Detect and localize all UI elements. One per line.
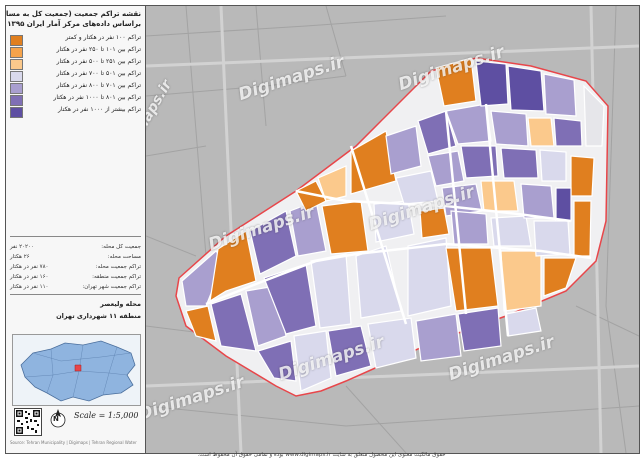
block: [573, 200, 592, 257]
block: [500, 147, 539, 179]
legend-label: تراکم بین ۷۰۱ تا ۸۰۰ نفر در هکتار: [56, 82, 141, 89]
block: [555, 187, 572, 222]
neighborhood-name: محله ولیعصر: [100, 300, 141, 308]
legend-label: تراکم بین ۲۵۱ تا ۵۰۰ نفر در هکتار: [56, 58, 141, 65]
stat-row: تراکم جمعیت شهر تهران: ۱۱۰ نفر در هکتار: [10, 284, 141, 293]
legend-label: تراکم بین ۵۰۱ تا ۷۰۰ نفر در هکتار: [56, 70, 141, 77]
block: [520, 183, 555, 219]
block: [441, 183, 483, 217]
legend-item: تراکم بیشتر از ۱۰۰۰ نفر در هکتار: [10, 106, 141, 118]
copyright-footer: حقوق مالکیت معنوی این محصول متعلق به سای…: [197, 452, 446, 458]
block: [570, 155, 595, 197]
legend-swatch: [10, 83, 23, 94]
stat-row: تراکم جمعیت منطقه: ۱۶۰ نفر در هکتار: [10, 274, 141, 283]
stat-row: مساحت محله: ۲۶ هکتار: [10, 254, 141, 263]
stat-key: تراکم جمعیت شهر تهران:: [82, 284, 141, 290]
scale-text: Scale = 1:5,000: [74, 411, 139, 420]
qr-code: [14, 408, 42, 436]
block: [367, 317, 417, 369]
legend-swatch: [10, 35, 23, 46]
block: [475, 60, 509, 107]
stat-key: تراکم جمعیت محله:: [95, 264, 141, 270]
block: [480, 180, 519, 212]
legend-swatch: [10, 95, 23, 106]
block: [500, 250, 542, 312]
legend-label: تراکم بیشتر از ۱۰۰۰ نفر در هکتار: [58, 106, 141, 113]
legend-label: تراکم بین ۱۰۱ تا ۲۵۰ نفر در هکتار: [56, 46, 141, 53]
stat-key: مساحت محله:: [107, 254, 141, 260]
block: [435, 57, 477, 107]
legend-panel: نقشه تراکم جمعیت (جمعیت کل به مساحت) برا…: [6, 6, 146, 453]
block: [507, 65, 545, 112]
locator-map: [12, 334, 141, 406]
divider: [10, 294, 141, 295]
block: [407, 237, 452, 317]
legend-label: تراکم بین ۸۰۱ تا ۱۰۰۰ نفر در هکتار: [53, 94, 141, 101]
stat-key: تراکم جمعیت منطقه:: [92, 274, 141, 280]
stat-key: جمعیت کل محله:: [101, 244, 141, 250]
legend-swatch: [10, 107, 23, 118]
block: [539, 149, 567, 182]
legend-item: تراکم بین ۷۰۱ تا ۸۰۰ نفر در هکتار: [10, 82, 141, 94]
stat-value: ۲۶ هکتار: [10, 254, 30, 260]
stat-row: تراکم جمعیت محله: ۷۸۰ نفر در هکتار: [10, 264, 141, 273]
legend-item: تراکم بین ۵۰۱ تا ۷۰۰ نفر در هکتار: [10, 70, 141, 82]
stat-value: ۷۸۰ نفر در هکتار: [10, 264, 49, 270]
legend-item: تراکم ۱۰۰ نفر در هکتار و کمتر: [10, 34, 141, 46]
block: [419, 207, 450, 239]
block: [527, 117, 555, 147]
block: [321, 200, 369, 255]
map-canvas[interactable]: Digimaps.ir Digimaps.ir Digimaps.ir Digi…: [146, 6, 639, 453]
stat-value: ۱۱۰ نفر در هکتار: [10, 284, 49, 290]
legend-item: تراکم بین ۸۰۱ تا ۱۰۰۰ نفر در هکتار: [10, 94, 141, 106]
map-title: نقشه تراکم جمعیت (جمعیت کل به مساحت): [5, 10, 141, 18]
legend-label: تراکم ۱۰۰ نفر در هکتار و کمتر: [65, 34, 141, 41]
stat-row: جمعیت کل محله: ۲۰۲۰۰ نفر: [10, 244, 141, 253]
legend-item: تراکم بین ۱۰۱ تا ۲۵۰ نفر در هکتار: [10, 46, 141, 58]
legend-item: تراکم بین ۲۵۱ تا ۵۰۰ نفر در هکتار: [10, 58, 141, 70]
map-subtitle: براساس داده‌های مرکز آمار ایران ۱۳۹۵: [7, 20, 141, 28]
map-sheet: نقشه تراکم جمعیت (جمعیت کل به مساحت) برا…: [5, 5, 640, 454]
legend-swatch: [10, 71, 23, 82]
legend-swatch: [10, 47, 23, 58]
north-label: N: [53, 415, 59, 423]
block: [553, 117, 583, 147]
block: [490, 110, 529, 147]
district-name: منطقه ۱۱ شهرداری تهران: [56, 312, 141, 320]
legend-swatch: [10, 59, 23, 70]
divider: [10, 236, 141, 237]
block: [543, 73, 577, 117]
stat-value: ۲۰۲۰۰ نفر: [10, 244, 34, 250]
block: [457, 307, 502, 352]
source-credit: Source: Tehran Municipality | Digimaps |…: [10, 440, 137, 445]
stat-value: ۱۶۰ نفر در هکتار: [10, 274, 49, 280]
block: [415, 313, 462, 362]
